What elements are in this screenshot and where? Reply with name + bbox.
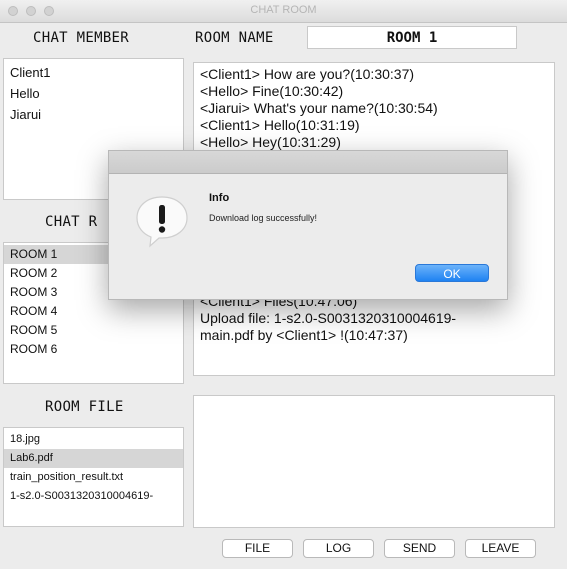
message-line: <Jiarui> What's your name?(10:30:54) [200, 100, 438, 116]
window-title: CHAT ROOM [250, 4, 317, 16]
ok-button[interactable]: OK [415, 264, 489, 282]
message-line: main.pdf by <Client1> !(10:47:37) [200, 327, 408, 343]
message-line: <Hello> Hey(10:31:29) [200, 134, 341, 150]
dialog-message: Download log successfully! [209, 213, 318, 223]
message-line: Upload file: 1-s2.0-S0031320310004619- [200, 310, 457, 326]
member-item[interactable]: Jiarui [4, 104, 183, 125]
info-dialog: Info Download log successfully! OK [108, 150, 508, 300]
title-bar: CHAT ROOM [0, 0, 567, 23]
member-item[interactable]: Client1 [4, 62, 183, 83]
room-item[interactable]: ROOM 4 [4, 302, 183, 321]
file-item[interactable]: 18.jpg [4, 430, 183, 449]
file-item[interactable]: train_position_result.txt [4, 468, 183, 487]
room-name-field: ROOM 1 [307, 26, 517, 49]
send-button[interactable]: SEND [384, 539, 455, 558]
dialog-title-bar [109, 151, 507, 174]
message-input[interactable] [193, 395, 555, 528]
chat-member-label: CHAT MEMBER [33, 30, 130, 46]
message-line: <Client1> How are you?(10:30:37) [200, 66, 415, 82]
file-list[interactable]: 18.jpg Lab6.pdf train_position_result.tx… [3, 427, 184, 527]
room-name-value: ROOM 1 [386, 30, 438, 46]
room-name-label: ROOM NAME [195, 30, 274, 46]
room-file-label: ROOM FILE [45, 399, 124, 415]
leave-button[interactable]: LEAVE [465, 539, 536, 558]
file-item[interactable]: 1-s2.0-S0031320310004619- [4, 487, 183, 506]
room-item[interactable]: ROOM 6 [4, 340, 183, 359]
dialog-title: Info [209, 192, 230, 204]
room-item[interactable]: ROOM 5 [4, 321, 183, 340]
file-item[interactable]: Lab6.pdf [4, 449, 183, 468]
member-item[interactable]: Hello [4, 83, 183, 104]
log-button[interactable]: LOG [303, 539, 374, 558]
message-line: <Hello> Fine(10:30:42) [200, 83, 344, 99]
message-line: <Client1> Hello(10:31:19) [200, 117, 360, 133]
exclamation-icon [136, 196, 188, 248]
chat-room-label: CHAT R [45, 214, 98, 230]
file-button[interactable]: FILE [222, 539, 293, 558]
